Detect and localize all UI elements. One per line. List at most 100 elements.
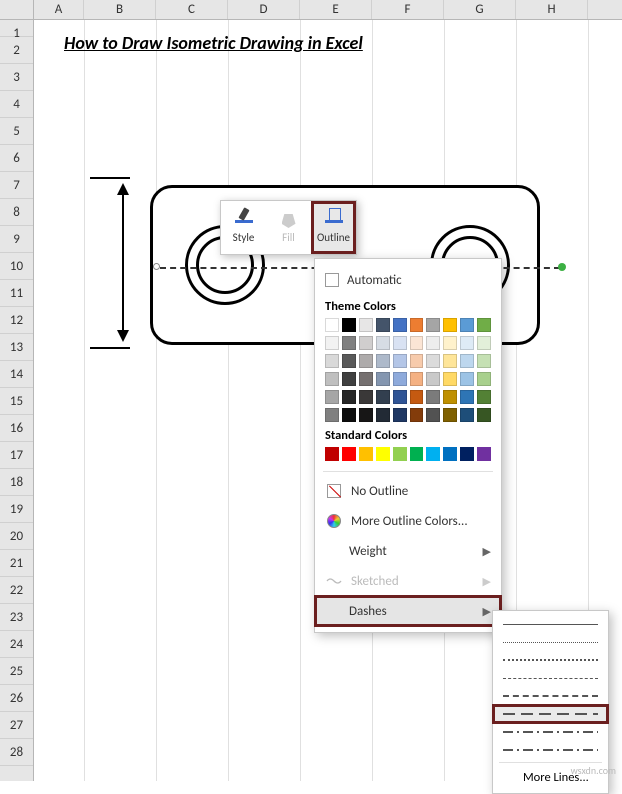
color-swatch[interactable] (426, 336, 440, 350)
menu-more-outline-colors[interactable]: More Outline Colors... (315, 506, 501, 536)
color-swatch[interactable] (376, 447, 390, 461)
row-header[interactable]: 21 (0, 550, 33, 577)
color-swatch[interactable] (410, 408, 424, 422)
col-header[interactable]: A (34, 0, 84, 19)
color-swatch[interactable] (342, 390, 356, 404)
color-swatch[interactable] (359, 447, 373, 461)
dash-option-long-dash[interactable] (493, 705, 608, 723)
color-swatch[interactable] (443, 354, 457, 368)
menu-dashes[interactable]: Dashes ▶ (315, 596, 501, 626)
color-swatch[interactable] (426, 447, 440, 461)
row-header[interactable]: 20 (0, 523, 33, 550)
color-swatch[interactable] (376, 336, 390, 350)
color-swatch[interactable] (359, 408, 373, 422)
color-swatch[interactable] (342, 336, 356, 350)
row-header[interactable]: 5 (0, 118, 33, 145)
color-swatch[interactable] (376, 372, 390, 386)
fill-button[interactable]: Fill (266, 201, 311, 254)
color-swatch[interactable] (376, 354, 390, 368)
color-swatch[interactable] (443, 336, 457, 350)
menu-sketched[interactable]: Sketched ▶ (315, 566, 501, 596)
color-swatch[interactable] (359, 354, 373, 368)
row-header[interactable]: 11 (0, 280, 33, 307)
dash-option-dash[interactable] (493, 669, 608, 687)
col-header[interactable]: H (516, 0, 588, 19)
color-swatch[interactable] (477, 372, 491, 386)
row-header[interactable]: 28 (0, 739, 33, 766)
row-header[interactable]: 26 (0, 685, 33, 712)
color-swatch[interactable] (325, 390, 339, 404)
color-swatch[interactable] (460, 408, 474, 422)
row-header[interactable]: 2 (0, 37, 33, 64)
dash-option-solid[interactable] (493, 615, 608, 633)
color-swatch[interactable] (359, 318, 373, 332)
row-header[interactable]: 22 (0, 577, 33, 604)
row-header[interactable]: 27 (0, 712, 33, 739)
color-swatch[interactable] (460, 354, 474, 368)
color-swatch[interactable] (426, 318, 440, 332)
color-swatch[interactable] (477, 336, 491, 350)
row-header[interactable]: 19 (0, 496, 33, 523)
color-swatch[interactable] (342, 372, 356, 386)
color-swatch[interactable] (460, 447, 474, 461)
row-header[interactable]: 4 (0, 91, 33, 118)
row-header[interactable]: 6 (0, 145, 33, 172)
color-swatch[interactable] (477, 318, 491, 332)
row-header[interactable]: 16 (0, 415, 33, 442)
color-swatch[interactable] (460, 390, 474, 404)
col-header[interactable]: D (228, 0, 300, 19)
row-header[interactable]: 24 (0, 631, 33, 658)
color-swatch[interactable] (393, 372, 407, 386)
dash-option-square-dot[interactable] (493, 651, 608, 669)
row-header[interactable]: 25 (0, 658, 33, 685)
color-swatch[interactable] (477, 354, 491, 368)
color-swatch[interactable] (359, 390, 373, 404)
color-swatch[interactable] (393, 318, 407, 332)
color-swatch[interactable] (325, 372, 339, 386)
select-all-corner[interactable] (0, 0, 34, 20)
color-swatch[interactable] (325, 336, 339, 350)
color-swatch[interactable] (410, 372, 424, 386)
dash-option-round-dot[interactable] (493, 633, 608, 651)
row-header[interactable]: 9 (0, 226, 33, 253)
color-swatch[interactable] (443, 408, 457, 422)
dash-option-long-dash-dot-dot[interactable] (493, 741, 608, 759)
line-handle-left[interactable] (153, 263, 160, 270)
row-header[interactable]: 18 (0, 469, 33, 496)
color-swatch[interactable] (359, 372, 373, 386)
color-swatch[interactable] (426, 372, 440, 386)
outline-button[interactable]: Outline (311, 201, 356, 254)
color-swatch[interactable] (410, 336, 424, 350)
menu-weight[interactable]: Weight ▶ (315, 536, 501, 566)
col-header[interactable]: C (156, 0, 228, 19)
row-header[interactable]: 3 (0, 64, 33, 91)
line-handle-right[interactable] (558, 263, 566, 271)
color-swatch[interactable] (342, 318, 356, 332)
color-swatch[interactable] (477, 447, 491, 461)
color-swatch[interactable] (443, 318, 457, 332)
color-swatch[interactable] (460, 318, 474, 332)
row-header[interactable]: 1 (0, 20, 33, 37)
color-swatch[interactable] (342, 354, 356, 368)
color-swatch[interactable] (410, 318, 424, 332)
color-swatch[interactable] (426, 408, 440, 422)
color-swatch[interactable] (393, 408, 407, 422)
style-button[interactable]: Style (221, 201, 266, 254)
row-header[interactable]: 12 (0, 307, 33, 334)
color-swatch[interactable] (359, 336, 373, 350)
col-header[interactable]: F (372, 0, 444, 19)
row-header[interactable]: 14 (0, 361, 33, 388)
color-swatch[interactable] (342, 408, 356, 422)
color-swatch[interactable] (443, 372, 457, 386)
color-swatch[interactable] (443, 390, 457, 404)
color-swatch[interactable] (426, 354, 440, 368)
dash-option-long-dash-dot[interactable] (493, 723, 608, 741)
dash-option-dash-dot[interactable] (493, 687, 608, 705)
color-swatch[interactable] (460, 372, 474, 386)
color-swatch[interactable] (376, 408, 390, 422)
menu-automatic[interactable]: Automatic (315, 265, 501, 295)
color-swatch[interactable] (325, 354, 339, 368)
row-header[interactable]: 23 (0, 604, 33, 631)
color-swatch[interactable] (393, 390, 407, 404)
color-swatch[interactable] (477, 408, 491, 422)
